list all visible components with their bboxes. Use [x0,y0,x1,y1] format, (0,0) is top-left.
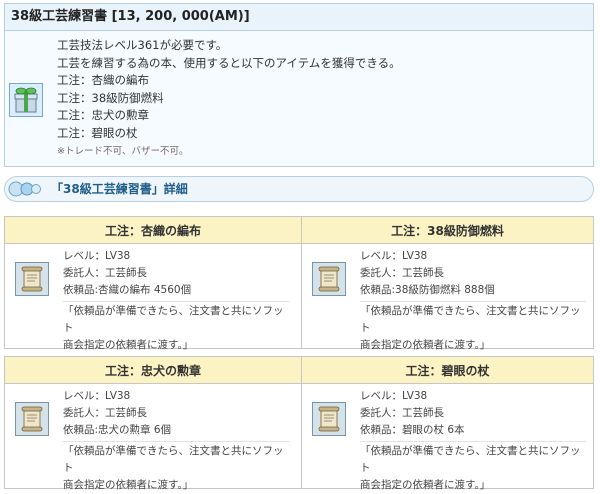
item-reward: 工注：碧眼の杖 [57,125,138,140]
item-reward: 工注：杏織の編布 [57,73,149,88]
gift-box-icon [9,83,43,117]
order-cell: レベル：LV38 委託人：工芸師長 依頼品:杏織の編布 4560個 「依頼品が準… [4,243,302,351]
orders-table-1: 工注：杏織の編布 工注：38級防御燃料 レベル：LV38 委託人：工芸師長 依頼… [4,216,594,351]
scroll-icon [15,402,49,436]
order-request: 依頼品:忠犬の勲章 6個 [63,424,172,436]
order-quote-2: 商会指定の依頼者に渡す。」 [63,479,194,491]
scroll-icon [15,262,49,296]
item-requirement: 工芸技法レベル361が必要です。 [57,38,228,52]
order-client: 委託人：工芸師長 [360,267,444,279]
orders-table-2: 工注：忠犬の勲章 工注：碧眼の杖 レベル：LV38 委託人：工芸師長 依頼品:忠… [4,356,594,491]
scroll-icon [312,402,346,436]
item-reward: 工注：忠犬の勲章 [57,108,149,123]
order-quote-2: 商会指定の依頼者に渡す。」 [360,479,491,491]
item-trade-note: ※トレード不可、バザー不可。 [57,145,189,157]
order-cell: レベル：LV38 委託人：工芸師長 依頼品:38級防御燃料 888個 「依頼品が… [301,243,594,351]
item-info-box: 38級工芸練習書 [13, 200, 000(AM)] 工芸技法レベル361が必… [4,3,594,167]
order-quote-1: 「依頼品が準備できたら、注文書と共にソフット [360,441,586,477]
order-level: レベル：LV38 [63,250,131,262]
order-client: 委託人：工芸師長 [63,267,147,279]
order-header: 工注：忠犬の勲章 [4,356,302,384]
order-request: 依頼品：碧眼の杖 6本 [360,424,465,436]
item-usage: 工芸を練習する為の本、使用すると以下のアイテムを獲得できる。 [57,55,401,70]
order-header: 工注：38級防御燃料 [301,216,594,244]
order-quote-2: 商会指定の依頼者に渡す。」 [360,339,491,351]
order-level: レベル：LV38 [360,250,428,262]
order-header: 工注：碧眼の杖 [301,356,594,384]
order-cell: レベル：LV38 委託人：工芸師長 依頼品:忠犬の勲章 6個 「依頼品が準備でき… [4,383,302,491]
order-quote-1: 「依頼品が準備できたら、注文書と共にソフット [63,301,289,337]
order-level: レベル：LV38 [63,390,131,402]
order-client: 委託人：工芸師長 [360,407,444,419]
chat-bubbles-icon [8,181,41,197]
order-quote-2: 商会指定の依頼者に渡す。」 [63,339,194,351]
item-reward: 工注：38級防御燃料 [57,90,164,105]
order-level: レベル：LV38 [360,390,428,402]
order-client: 委託人：工芸師長 [63,407,147,419]
item-description: 工芸技法レベル361が必要です。 工芸を練習する為の本、使用すると以下のアイテム… [57,37,401,161]
order-request: 依頼品:杏織の編布 4560個 [63,284,192,296]
order-request: 依頼品:38級防御燃料 888個 [360,284,495,296]
order-quote-1: 「依頼品が準備できたら、注文書と共にソフット [360,301,586,337]
section-header: 「38級工芸練習書」詳細 [4,176,594,202]
item-title: 38級工芸練習書 [13, 200, 000(AM)] [5,4,593,31]
order-header: 工注：杏織の編布 [4,216,302,244]
order-cell: レベル：LV38 委託人：工芸師長 依頼品：碧眼の杖 6本 「依頼品が準備できた… [301,383,594,491]
order-quote-1: 「依頼品が準備できたら、注文書と共にソフット [63,441,289,477]
item-body: 工芸技法レベル361が必要です。 工芸を練習する為の本、使用すると以下のアイテム… [5,31,593,167]
scroll-icon [312,262,346,296]
section-title: 「38級工芸練習書」詳細 [51,182,188,196]
